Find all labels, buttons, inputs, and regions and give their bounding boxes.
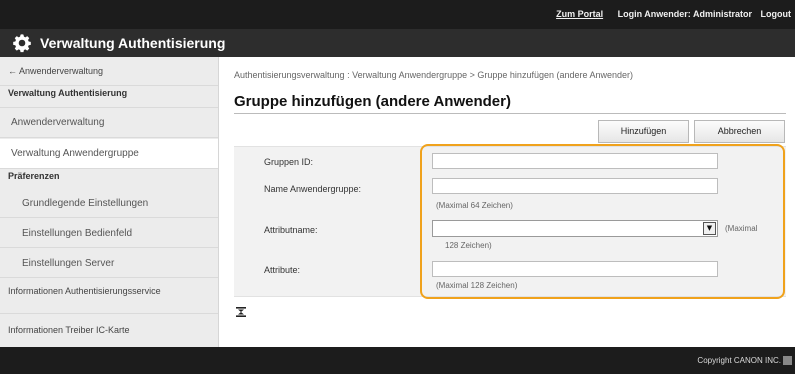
attribute-label: Attribute: [264,265,301,275]
group-id-label: Gruppen ID: [264,157,314,167]
sidebar-item-label: Einstellungen Server [22,258,115,269]
sidebar-back-label: ← Anwenderverwaltung [8,66,104,76]
copyright-text: Copyright CANON INC. [697,356,781,365]
sidebar-item-label: Informationen Authentisierungsservice [8,286,161,296]
sidebar-item-label: Verwaltung Anwendergruppe [11,148,139,159]
app-title: Verwaltung Authentisierung [40,35,226,51]
sidebar-item-label: Einstellungen Bedienfeld [22,228,133,239]
sidebar-item-label: Anwenderverwaltung [11,117,105,128]
sidebar-heading-auth-label: Verwaltung Authentisierung [8,88,128,98]
sidebar: ← Anwenderverwaltung Verwaltung Authenti… [0,57,219,347]
sidebar-item-basic-settings[interactable]: Grundlegende Einstellungen [0,188,218,218]
footer: Copyright CANON INC. [0,347,795,374]
header-links: Zum Portal Login Anwender: Administrator… [556,9,791,19]
expand-icon[interactable] [236,307,246,317]
add-button[interactable]: Hinzufügen [598,120,689,143]
top-bar: Zum Portal Login Anwender: Administrator… [0,0,795,29]
sidebar-item-server-settings[interactable]: Einstellungen Server [0,248,218,278]
sidebar-item-label: Grundlegende Einstellungen [22,198,149,209]
group-name-label: Name Anwendergruppe: [264,184,362,194]
sidebar-item-ic-card-info[interactable]: Informationen Treiber IC-Karte [0,314,218,344]
portal-link[interactable]: Zum Portal [556,9,603,19]
sidebar-item-group-management[interactable]: Verwaltung Anwendergruppe [0,139,218,169]
cancel-button[interactable]: Abbrechen [694,120,785,143]
attribute-name-label: Attributname: [264,225,318,235]
logout-link[interactable]: Logout [761,9,792,19]
app-title-bar: Verwaltung Authentisierung [0,29,795,57]
sidebar-heading-preferences: Präferenzen [0,169,218,187]
login-user-label: Login Anwender: [617,9,691,19]
sidebar-item-label: Informationen Treiber IC-Karte [8,325,130,335]
highlight-callout [420,144,785,299]
breadcrumb: Authentisierungsverwaltung : Verwaltung … [234,70,634,80]
sidebar-heading-prefs-label: Präferenzen [8,171,60,181]
page-title: Gruppe hinzufügen (andere Anwender) [234,93,511,110]
footer-mark [783,356,792,365]
sidebar-back-link[interactable]: ← Anwenderverwaltung [0,66,218,86]
title-divider [234,113,786,114]
sidebar-heading-auth: Verwaltung Authentisierung [0,88,218,108]
sidebar-item-auth-service-info[interactable]: Informationen Authentisierungsservice [0,278,218,314]
username: Administrator [692,9,752,19]
gear-icon [13,34,31,53]
sidebar-item-user-management[interactable]: Anwenderverwaltung [0,108,218,138]
sidebar-item-panel-settings[interactable]: Einstellungen Bedienfeld [0,218,218,248]
